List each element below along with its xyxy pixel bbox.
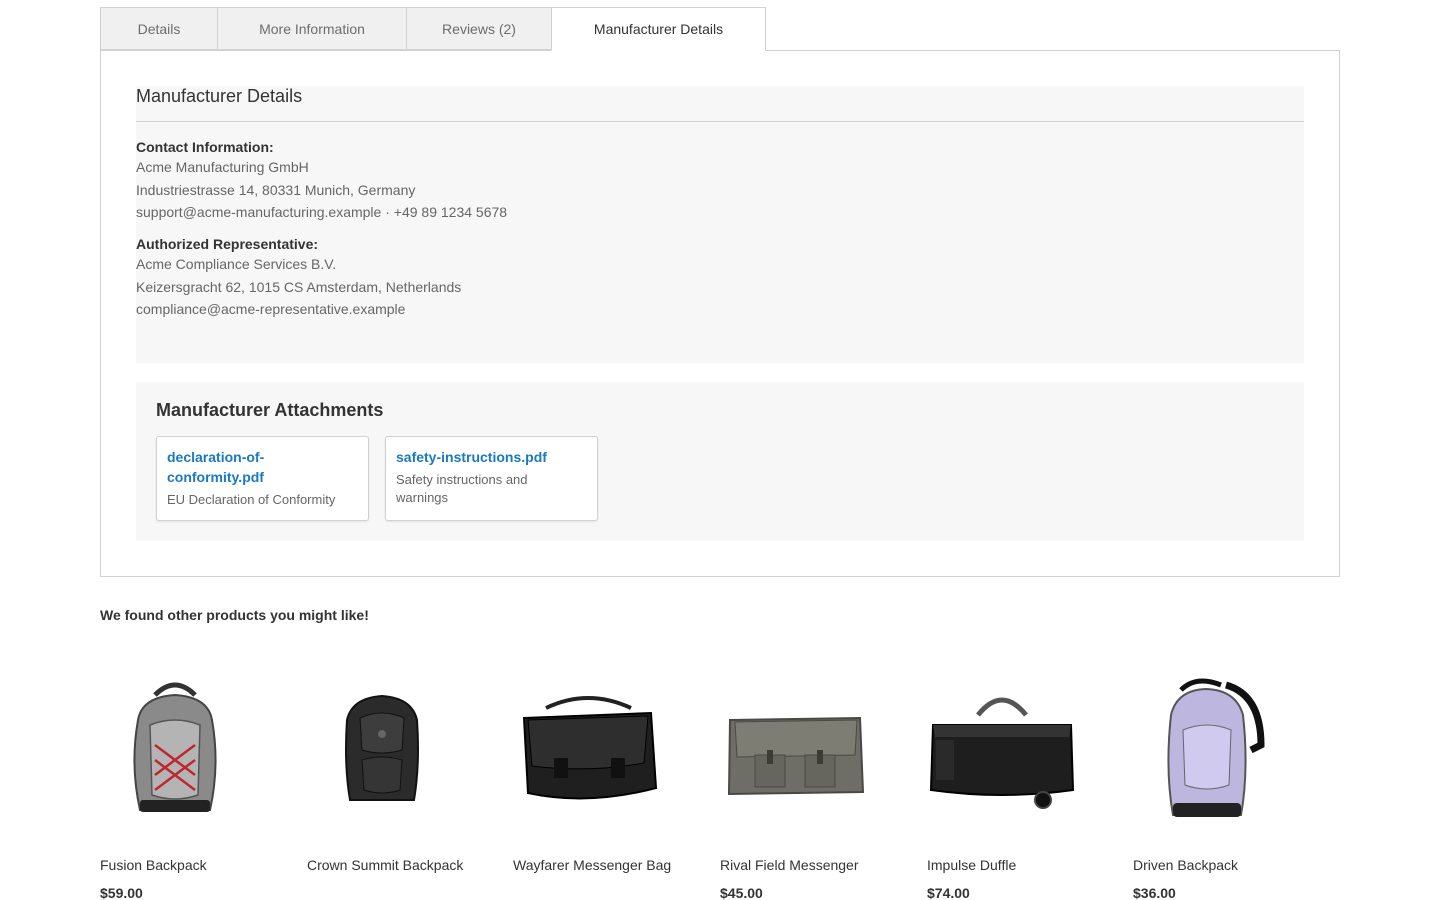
attachment-card: safety-instructions.pdf Safety instructi… — [385, 436, 598, 521]
attachment-description: Safety instructions and warnings — [396, 472, 528, 505]
duffle-black-icon — [929, 697, 1075, 809]
attachment-link-declaration[interactable]: declaration-of- conformity.pdf — [167, 447, 358, 487]
product-image[interactable] — [513, 660, 663, 840]
attachment-link-safety[interactable]: safety-instructions.pdf — [396, 447, 587, 467]
product-price: $59.00 — [100, 885, 143, 900]
product-tabs: Details More Information Reviews (2) Man… — [100, 7, 766, 51]
tab-panel-manufacturer-details: Manufacturer Details Contact Information… — [100, 50, 1340, 577]
attachments-title: Manufacturer Attachments — [156, 400, 384, 420]
tab-reviews[interactable]: Reviews (2) — [406, 7, 552, 50]
product-name[interactable]: Wayfarer Messenger Bag — [513, 856, 673, 875]
contact-email-phone: support@acme-manufacturing.example · +49… — [136, 204, 508, 220]
contact-address: Industriestrasse 14, 80331 Munich, Germa… — [136, 181, 416, 198]
manufacturer-details-heading: Manufacturer Details — [136, 86, 303, 106]
product-image[interactable] — [1133, 660, 1283, 840]
contact-info-label: Contact Information: — [136, 139, 274, 155]
product-item[interactable]: Impulse Duffle $74.00 — [927, 660, 1097, 900]
messenger-black-icon — [522, 695, 657, 799]
attachment-description: EU Declaration of Conformity — [167, 492, 336, 507]
tab-details[interactable]: Details — [100, 7, 218, 50]
product-image[interactable] — [307, 660, 457, 840]
attachment-card: declaration-of- conformity.pdf EU Declar… — [156, 436, 369, 521]
backpack-black-icon — [345, 694, 419, 801]
backpack-lavender-icon — [1166, 678, 1265, 817]
product-name[interactable]: Driven Backpack — [1133, 856, 1293, 875]
contact-company: Acme Manufacturing GmbH — [136, 159, 309, 175]
backpack-gray-red-icon — [133, 682, 217, 812]
related-products-title: We found other products you might like! — [100, 607, 369, 623]
messenger-gray-icon — [727, 716, 865, 796]
product-image[interactable] — [100, 660, 250, 840]
product-item[interactable]: Fusion Backpack $59.00 — [100, 660, 270, 900]
product-price: $45.00 — [720, 885, 763, 900]
product-item[interactable]: Wayfarer Messenger Bag — [513, 660, 683, 873]
product-item[interactable]: Driven Backpack $36.00 — [1133, 660, 1303, 900]
rep-email: compliance@acme-representative.example — [136, 301, 406, 317]
product-price: $74.00 — [927, 885, 970, 900]
manufacturer-details-title: Manufacturer Details — [136, 86, 1304, 122]
product-item[interactable]: Crown Summit Backpack — [307, 660, 477, 873]
rep-info-label: Authorized Representative: — [136, 236, 319, 252]
rep-company: Acme Compliance Services B.V. — [136, 256, 337, 272]
product-item[interactable]: Rival Field Messenger $45.00 — [720, 660, 890, 900]
rep-address: Keizersgracht 62, 1015 CS Amsterdam, Net… — [136, 278, 462, 295]
product-name[interactable]: Rival Field Messenger — [720, 856, 880, 875]
product-name[interactable]: Impulse Duffle — [927, 856, 1087, 875]
rep-info-block: Authorized Representative: Acme Complian… — [136, 235, 461, 321]
product-name[interactable]: Crown Summit Backpack — [307, 856, 467, 875]
tab-more-information[interactable]: More Information — [217, 7, 407, 50]
product-name[interactable]: Fusion Backpack — [100, 856, 260, 875]
attachments-box: Manufacturer Attachments declaration-of-… — [136, 382, 1304, 541]
product-image[interactable] — [720, 660, 870, 840]
manufacturer-details-box: Manufacturer Details Contact Information… — [136, 86, 1304, 363]
product-price: $36.00 — [1133, 885, 1176, 900]
contact-info-block: Contact Information: Acme Manufacturing … — [136, 138, 507, 224]
tab-manufacturer-details[interactable]: Manufacturer Details — [551, 7, 766, 51]
product-image[interactable] — [927, 660, 1077, 840]
